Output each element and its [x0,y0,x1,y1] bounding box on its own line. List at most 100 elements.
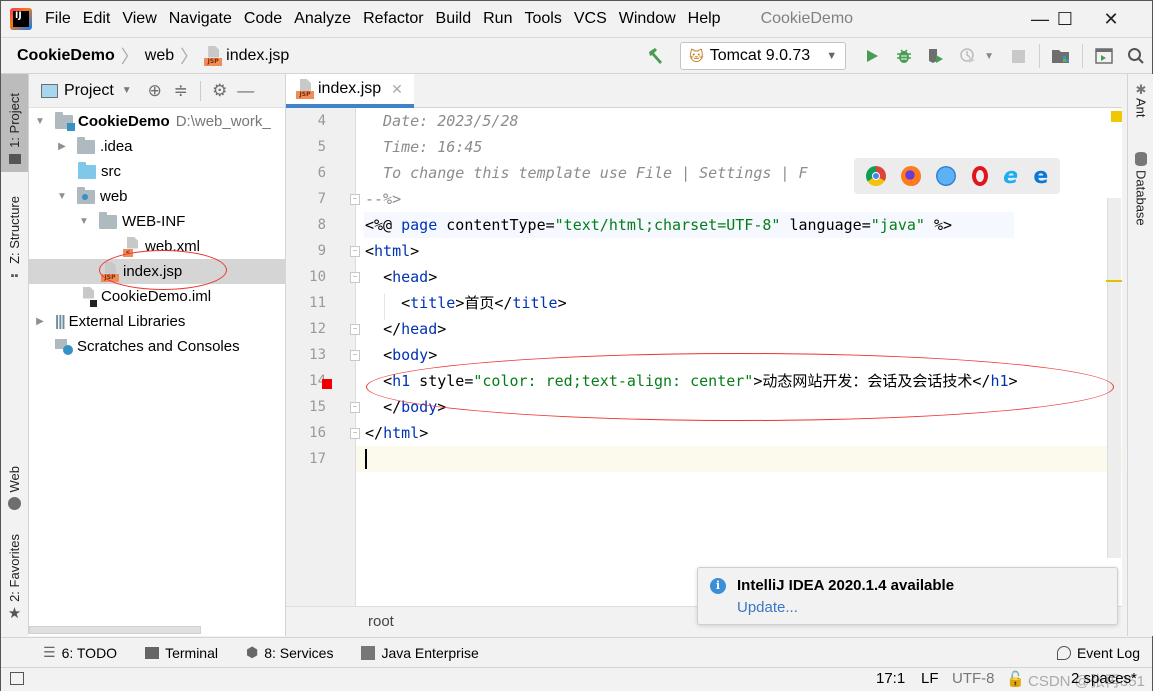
run-button[interactable] [858,42,886,70]
firefox-icon[interactable] [901,166,922,186]
tool-tab-structure[interactable]: Z: Structure ▪▪ [1,180,28,286]
indent-setting[interactable]: 2 spaces* [1071,670,1137,687]
inspection-warning-icon[interactable] [1111,111,1122,122]
tree-item-iml[interactable]: CookieDemo.iml [29,284,286,309]
close-button[interactable]: ✕ [1088,1,1134,38]
project-panel: Project ▼ ⊕ ≑ ⚙ — ▼ CookieDemo D:\web_wo… [29,74,286,636]
menu-tools[interactable]: Tools [524,8,561,30]
tool-tab-database[interactable]: Database [1128,152,1153,226]
build-hammer-icon[interactable] [642,42,670,70]
editor-breadcrumb-root[interactable]: root [368,613,394,630]
update-notification: i IntelliJ IDEA 2020.1.4 available Updat… [697,567,1118,625]
tree-item-index-jsp[interactable]: JSP index.jsp [29,259,286,284]
menu-view[interactable]: View [122,8,156,30]
ie-icon[interactable]: e [1003,164,1018,189]
line-number: 11 [309,295,326,311]
ide-window: IJ File Edit View Navigate Code Analyze … [0,0,1153,691]
maximize-button[interactable]: ☐ [1042,1,1088,38]
scratches-icon [55,338,73,355]
tool-tab-java-enterprise[interactable]: Java Enterprise [361,645,479,661]
tool-tab-ant[interactable]: ✱ Ant [1128,82,1153,118]
debug-button[interactable] [890,42,918,70]
code-line: </head> [383,320,447,338]
gear-icon[interactable]: ⚙ [207,81,233,101]
menu-edit[interactable]: Edit [83,8,111,30]
event-log-button[interactable]: Event Log [1056,645,1140,661]
menu-navigate[interactable]: Navigate [169,8,232,30]
breakpoint-marker[interactable] [322,379,332,389]
tree-item-src[interactable]: src [29,159,286,184]
tree-item-cookiedemo[interactable]: ▼ CookieDemo D:\web_work_ [29,109,286,134]
stop-button[interactable] [1004,42,1032,70]
terminal-icon [145,646,160,659]
breadcrumb-file[interactable]: index.jsp [226,47,289,65]
breadcrumb-web[interactable]: web [145,47,174,65]
jsp-file-icon: JSP [101,261,119,282]
tool-tab-todo[interactable]: ☰ 6: TODO [43,644,117,661]
text-cursor [365,449,367,469]
menu-code[interactable]: Code [244,8,282,30]
horizontal-scrollbar[interactable] [29,626,201,634]
jsp-file-icon: JSP [204,45,223,66]
panel-toggle-icon[interactable] [10,672,24,685]
line-separator[interactable]: LF [921,670,939,687]
safari-icon[interactable] [936,166,957,186]
search-icon[interactable] [1122,42,1150,70]
expand-arrow-icon[interactable]: ▼ [33,116,47,127]
menu-file[interactable]: File [45,8,71,30]
menu-vcs[interactable]: VCS [574,8,607,30]
menu-refactor[interactable]: Refactor [363,8,423,30]
breadcrumb-project[interactable]: CookieDemo [17,47,115,65]
tool-tab-favorites[interactable]: 2: Favorites ★ [1,526,28,622]
edge-icon[interactable]: e [1033,164,1048,189]
lock-icon[interactable]: 🔓 [1006,670,1025,688]
menu-help[interactable]: Help [688,8,721,30]
tree-item-scratches[interactable]: Scratches and Consoles [29,334,286,359]
update-link[interactable]: Update... [737,599,798,616]
tool-tab-project[interactable]: 1: Project [1,74,28,172]
file-encoding[interactable]: UTF-8 [952,670,995,687]
tree-item-web-inf[interactable]: ▼ WEB-INF [29,209,286,234]
library-icon: ||| [55,313,66,330]
menu-build[interactable]: Build [436,8,472,30]
run-with-coverage-button[interactable] [922,42,950,70]
run-configuration-select[interactable]: 🐱 Tomcat 9.0.73 ▼ [680,42,847,70]
tree-item-web-xml[interactable]: < web.xml [29,234,286,259]
caret-position[interactable]: 17:1 [876,670,905,687]
tool-tab-web[interactable]: Web [1,454,28,512]
opera-icon[interactable] [971,166,988,186]
project-structure-icon[interactable] [1047,42,1075,70]
chevron-down-icon[interactable]: ▼ [984,51,994,62]
tab-index-jsp[interactable]: JSP index.jsp ✕ [286,74,414,108]
menu-run[interactable]: Run [483,8,512,30]
menu-window[interactable]: Window [619,8,676,30]
collapse-all-icon[interactable]: ≑ [168,81,194,101]
project-view-select[interactable]: Project [64,82,114,100]
tree-item-web[interactable]: ▼ web [29,184,286,209]
expand-arrow-icon[interactable]: ▼ [55,191,69,202]
expand-arrow-icon[interactable]: ▶ [33,316,47,327]
chevron-down-icon[interactable]: ▼ [122,85,132,96]
close-tab-icon[interactable]: ✕ [391,81,403,98]
line-number: 7 [317,191,326,207]
line-number: 9 [317,243,326,259]
locate-file-icon[interactable]: ⊕ [142,81,168,101]
expand-arrow-icon[interactable]: ▼ [77,216,91,227]
vertical-scrollbar[interactable] [1107,198,1121,558]
tree-item-idea[interactable]: ▶ .idea [29,134,286,159]
chevron-down-icon: ▼ [826,50,838,62]
tool-tab-services[interactable]: ⬢ 8: Services [246,644,333,661]
database-icon [1135,152,1147,166]
line-number: 4 [317,113,326,129]
chrome-icon[interactable] [865,166,886,186]
code-line: <%@ page contentType="text/html;charset=… [365,216,953,234]
run-anything-icon[interactable] [1090,42,1118,70]
tree-item-external-libraries[interactable]: ▶ ||| External Libraries [29,309,286,334]
warning-stripe[interactable] [1106,280,1122,282]
menu-analyze[interactable]: Analyze [294,8,351,30]
hide-panel-icon[interactable]: — [233,81,259,101]
expand-arrow-icon[interactable]: ▶ [55,141,69,152]
profile-button[interactable] [954,42,982,70]
toolbar-separator [1039,44,1040,68]
tool-tab-terminal[interactable]: Terminal [145,645,218,661]
